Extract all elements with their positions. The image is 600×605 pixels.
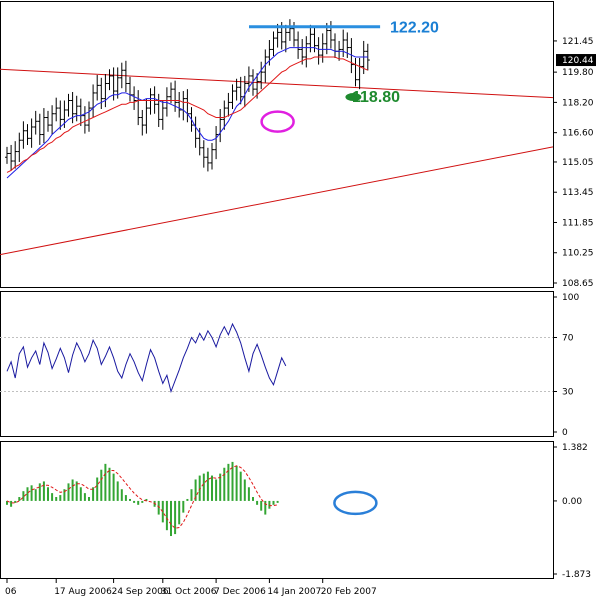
price-tick-label: 118.20	[562, 98, 594, 108]
panel-frame-0	[0, 1, 554, 288]
price-tick-label: 121.45	[562, 37, 594, 47]
resistance-label: 122.20	[390, 20, 439, 37]
price-tick-label: 113.45	[562, 188, 594, 198]
x-tick-label: 20 Feb 2007	[321, 587, 377, 597]
x-tick-label: 17 Aug 2006	[54, 587, 112, 597]
support-trendline	[0, 146, 554, 256]
macd-tick-label: -1.873	[562, 570, 591, 580]
x-tick-label: 06	[5, 587, 17, 597]
osc-tick-label: 0	[562, 428, 568, 438]
price-tick-label: 110.25	[562, 249, 594, 259]
panel-frame-1	[0, 291, 554, 437]
price-tick-label: 119.80	[562, 68, 594, 78]
crossover-highlight-circle	[260, 110, 295, 133]
price-tick-label: 111.85	[562, 218, 594, 228]
macd-tick-label: 0.00	[562, 497, 582, 507]
resistance-trendline	[0, 68, 554, 99]
support-label: 118.80	[352, 89, 400, 106]
osc-tick-label: 30	[562, 388, 574, 398]
x-tick-label: 14 Jan 2007	[267, 587, 321, 597]
osc-tick-label: 70	[562, 334, 574, 344]
current-price-label: 120.44	[562, 56, 594, 66]
macd-highlight-circle	[333, 490, 378, 516]
price-tick-label: 116.60	[562, 129, 594, 139]
oscillator-line	[6, 322, 287, 394]
chart-svg: 121.45 119.80 118.20 116.60 115.05 113.45 111.…	[0, 1, 596, 597]
osc-tick-label: 100	[562, 293, 579, 303]
price-tick-label: 108.65	[562, 279, 594, 289]
x-tick-label: 31 Oct 2006	[161, 587, 217, 597]
macd-tick-label: 1.382	[562, 443, 588, 453]
chart: 121.45 119.80 118.20 116.60 115.05 113.45 111.…	[0, 0, 600, 601]
price-tick-label: 115.05	[562, 158, 594, 168]
x-tick-label: 7 Dec 2006	[214, 587, 266, 597]
panel-frame-2	[0, 441, 554, 579]
